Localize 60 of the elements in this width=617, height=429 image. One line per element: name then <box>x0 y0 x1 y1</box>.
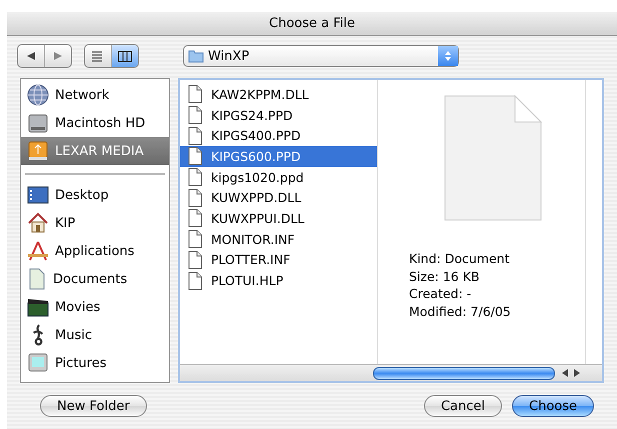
sidebar-item[interactable]: Pictures <box>21 349 169 377</box>
sidebar-item[interactable]: Applications <box>21 237 169 265</box>
applications-icon <box>27 240 49 262</box>
file-item[interactable]: KUWXPPD.DLL <box>180 187 377 208</box>
file-item[interactable]: KAW2KPPM.DLL <box>180 84 377 105</box>
folder-icon <box>188 49 204 63</box>
document-icon <box>188 168 202 186</box>
sidebar-item[interactable]: Music <box>21 321 169 349</box>
cancel-button[interactable]: Cancel <box>424 395 502 417</box>
film-icon <box>27 297 49 317</box>
back-forward-control[interactable] <box>17 44 72 68</box>
file-item[interactable]: kipgs1020.ppd <box>180 166 377 188</box>
documents-icon <box>27 268 47 290</box>
sidebar-item[interactable]: Desktop <box>21 181 169 209</box>
document-icon <box>188 209 202 228</box>
file-item[interactable]: KUWXPPUI.DLL <box>180 208 377 229</box>
view-mode-tab[interactable] <box>112 45 138 67</box>
horizontal-scrollbar[interactable] <box>180 364 602 381</box>
globe-icon <box>27 84 49 106</box>
info-line: Kind: Document <box>409 250 510 268</box>
hard-drive-icon <box>27 112 49 134</box>
picture-frame-icon <box>27 352 49 374</box>
back-icon <box>26 51 36 61</box>
file-item[interactable]: PLOTUI.HLP <box>180 270 377 291</box>
sidebar-item[interactable]: Movies <box>21 293 169 321</box>
sidebar-item[interactable]: Network <box>21 81 169 109</box>
document-icon <box>188 272 202 290</box>
info-line: Modified: 7/6/05 <box>409 302 511 320</box>
document-icon <box>188 126 202 145</box>
document-icon <box>188 188 202 207</box>
sidebar-item[interactable]: KIP <box>21 209 169 237</box>
choose-button[interactable]: Choose <box>512 395 594 417</box>
sidebar-item[interactable]: Macintosh HD <box>21 109 169 137</box>
location-label: WinXP <box>208 48 250 64</box>
house-icon <box>27 212 49 234</box>
file-item[interactable]: KIPGS600.PPD <box>180 146 377 167</box>
scroll-left-icon <box>562 369 568 377</box>
file-item[interactable]: MONITOR.INF <box>180 228 377 250</box>
desktop-icon <box>27 185 49 205</box>
document-icon <box>188 147 202 166</box>
info-line: Created: - <box>409 285 472 302</box>
usb-drive-icon <box>27 140 49 162</box>
new-folder-button[interactable]: New Folder <box>40 395 147 417</box>
file-item[interactable]: KIPGS24.PPD <box>180 104 377 126</box>
forward-icon <box>53 51 63 61</box>
location-popup[interactable]: WinXP <box>183 45 459 67</box>
sidebar-item[interactable]: LEXAR MEDIA <box>21 137 169 165</box>
file-item[interactable]: KIPGS400.PPD <box>180 125 377 146</box>
file-item[interactable]: PLOTTER.INF <box>180 250 377 270</box>
document-icon <box>188 250 202 269</box>
document-icon <box>188 85 202 104</box>
document-icon <box>188 106 202 124</box>
window-title: Choose a File <box>269 16 355 31</box>
column-view-icon <box>118 50 132 62</box>
list-view-icon <box>91 50 105 62</box>
sidebar-item[interactable]: Documents <box>21 265 169 293</box>
info-line: Size: 16 KB <box>409 268 480 285</box>
up-down-arrows-icon <box>444 50 452 62</box>
scroll-right-icon <box>574 369 580 377</box>
document-icon <box>188 230 202 248</box>
